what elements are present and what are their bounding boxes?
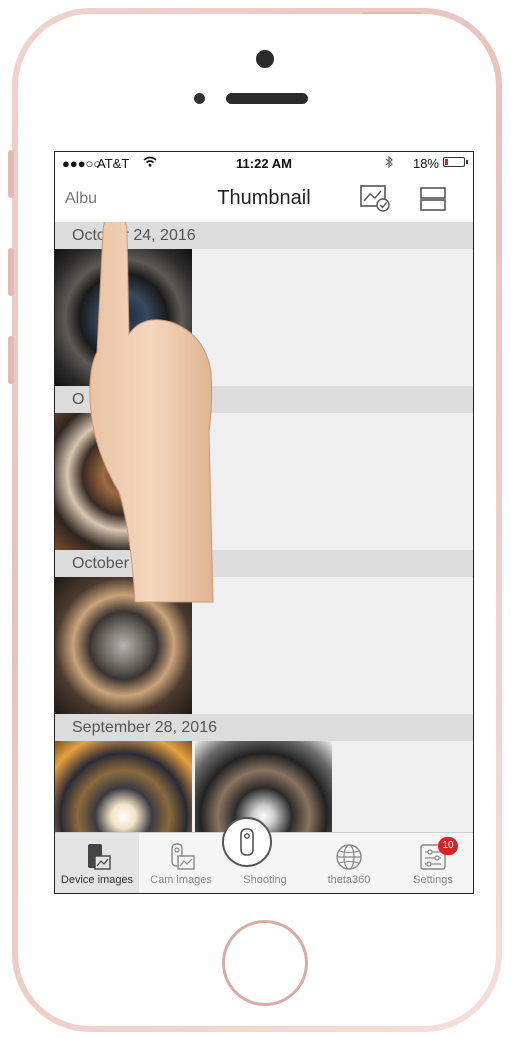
date-header: October 24, 2016: [55, 222, 473, 249]
front-camera: [256, 50, 274, 68]
device-images-icon: [88, 844, 111, 870]
status-bar: ●●●○○ AT&T 11:22 AM 18%: [55, 152, 473, 174]
list-view-icon[interactable]: [419, 186, 447, 212]
image-thumbnail[interactable]: [55, 249, 192, 386]
tab-bar: Device images Cam images Shooting theta3…: [55, 817, 473, 893]
battery-icon: [443, 157, 468, 167]
thumbnail-row: [55, 249, 473, 386]
volume-down-button: [8, 336, 14, 384]
tab-shooting[interactable]: Shooting: [222, 817, 307, 893]
battery-fill: [445, 159, 448, 165]
globe-icon: [336, 844, 362, 870]
tab-label: Cam images: [150, 874, 212, 886]
settings-badge: 10: [438, 837, 458, 855]
select-images-icon[interactable]: [360, 184, 390, 212]
tab-device-images[interactable]: Device images: [55, 833, 139, 893]
battery-percent: 18%: [412, 156, 439, 171]
date-header: October 6, 2016: [55, 550, 473, 577]
nav-bar: Albu Thumbnail: [55, 174, 473, 223]
tab-cam-images[interactable]: Cam images: [139, 833, 223, 893]
earpiece-speaker: [226, 93, 308, 104]
proximity-sensor: [194, 93, 205, 104]
thumbnail-row: [55, 577, 473, 714]
cam-images-icon: [171, 843, 195, 870]
volume-up-button: [8, 248, 14, 296]
image-thumbnail[interactable]: [55, 413, 192, 550]
tab-label: theta360: [327, 874, 371, 886]
image-thumbnail[interactable]: [55, 577, 192, 714]
thumbnail-list: October 24, 2016 O October 6, 2016 Septe…: [55, 222, 473, 834]
date-header: O: [55, 386, 473, 413]
bluetooth-icon: [385, 155, 393, 171]
shooting-icon: [222, 817, 272, 867]
image-thumbnail[interactable]: [195, 741, 332, 834]
home-button[interactable]: [222, 920, 308, 1006]
app-screen: ●●●○○ AT&T 11:22 AM 18% Albu Thumbnail O…: [54, 151, 474, 894]
thumbnail-row: [55, 741, 473, 834]
image-thumbnail[interactable]: [55, 741, 192, 834]
tab-theta360[interactable]: theta360: [307, 833, 391, 893]
tab-settings[interactable]: Settings: [391, 833, 473, 893]
tab-label: Settings: [413, 874, 453, 886]
tab-label: Shooting: [243, 874, 287, 886]
tab-label: Device images: [60, 874, 134, 886]
thumbnail-row: [55, 413, 473, 550]
page-title: Thumbnail: [217, 187, 311, 209]
date-header: September 28, 2016: [55, 714, 473, 741]
mute-switch: [8, 150, 14, 198]
status-time: 11:22 AM: [236, 156, 292, 171]
